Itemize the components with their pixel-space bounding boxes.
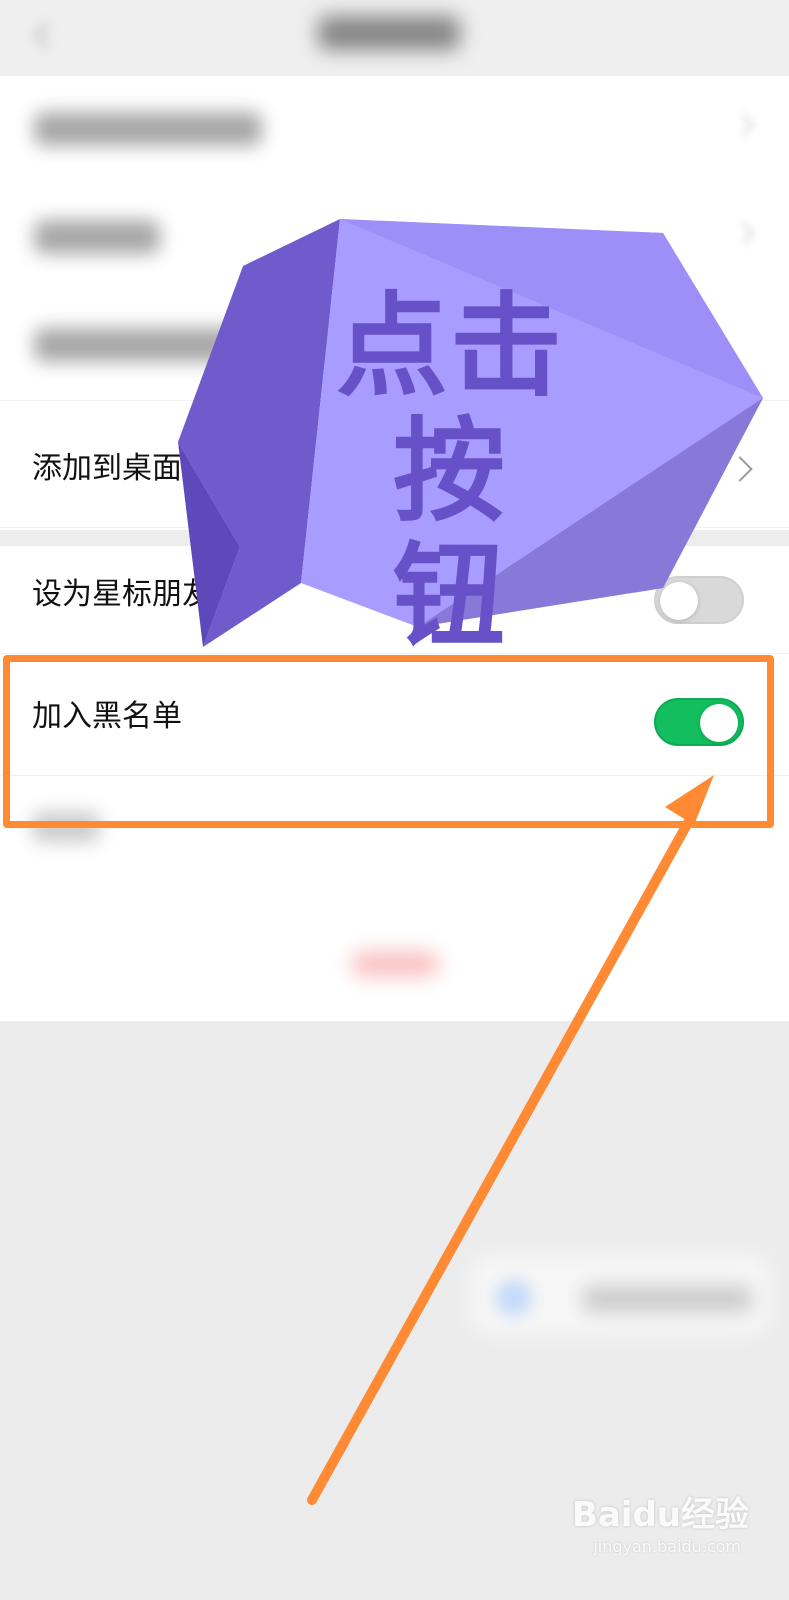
blurred-row-2[interactable] — [0, 184, 789, 293]
star-friend-toggle[interactable] — [654, 576, 744, 624]
page-title-blurred — [318, 16, 460, 50]
blurred-danger-button[interactable] — [351, 952, 439, 976]
back-icon[interactable] — [26, 18, 60, 52]
watermark-url: jingyan.baidu.com — [593, 1537, 741, 1556]
blurred-bottom-label — [32, 812, 100, 842]
row-label: 设为星标朋友 — [32, 577, 212, 612]
chevron-right-icon — [727, 456, 753, 482]
toast-icon — [496, 1280, 532, 1316]
chevron-right-icon — [731, 221, 755, 245]
row-label: 添加到桌面 — [32, 451, 182, 486]
toggle-knob — [660, 582, 698, 620]
top-bar — [0, 0, 789, 76]
chevron-right-icon — [731, 113, 755, 137]
row-blacklist[interactable]: 加入黑名单 — [0, 668, 789, 776]
row-label: 加入黑名单 — [32, 699, 182, 734]
blurred-toast-text — [582, 1285, 752, 1313]
blurred-row-1[interactable] — [0, 76, 789, 185]
watermark-logo: Baidu经验 — [571, 1495, 749, 1535]
toggle-knob — [700, 704, 738, 742]
bubble-text: 点击按 钮 — [336, 282, 564, 662]
blacklist-toggle[interactable] — [654, 698, 744, 746]
blurred-row-label — [34, 220, 160, 254]
blurred-row-label — [34, 112, 262, 146]
